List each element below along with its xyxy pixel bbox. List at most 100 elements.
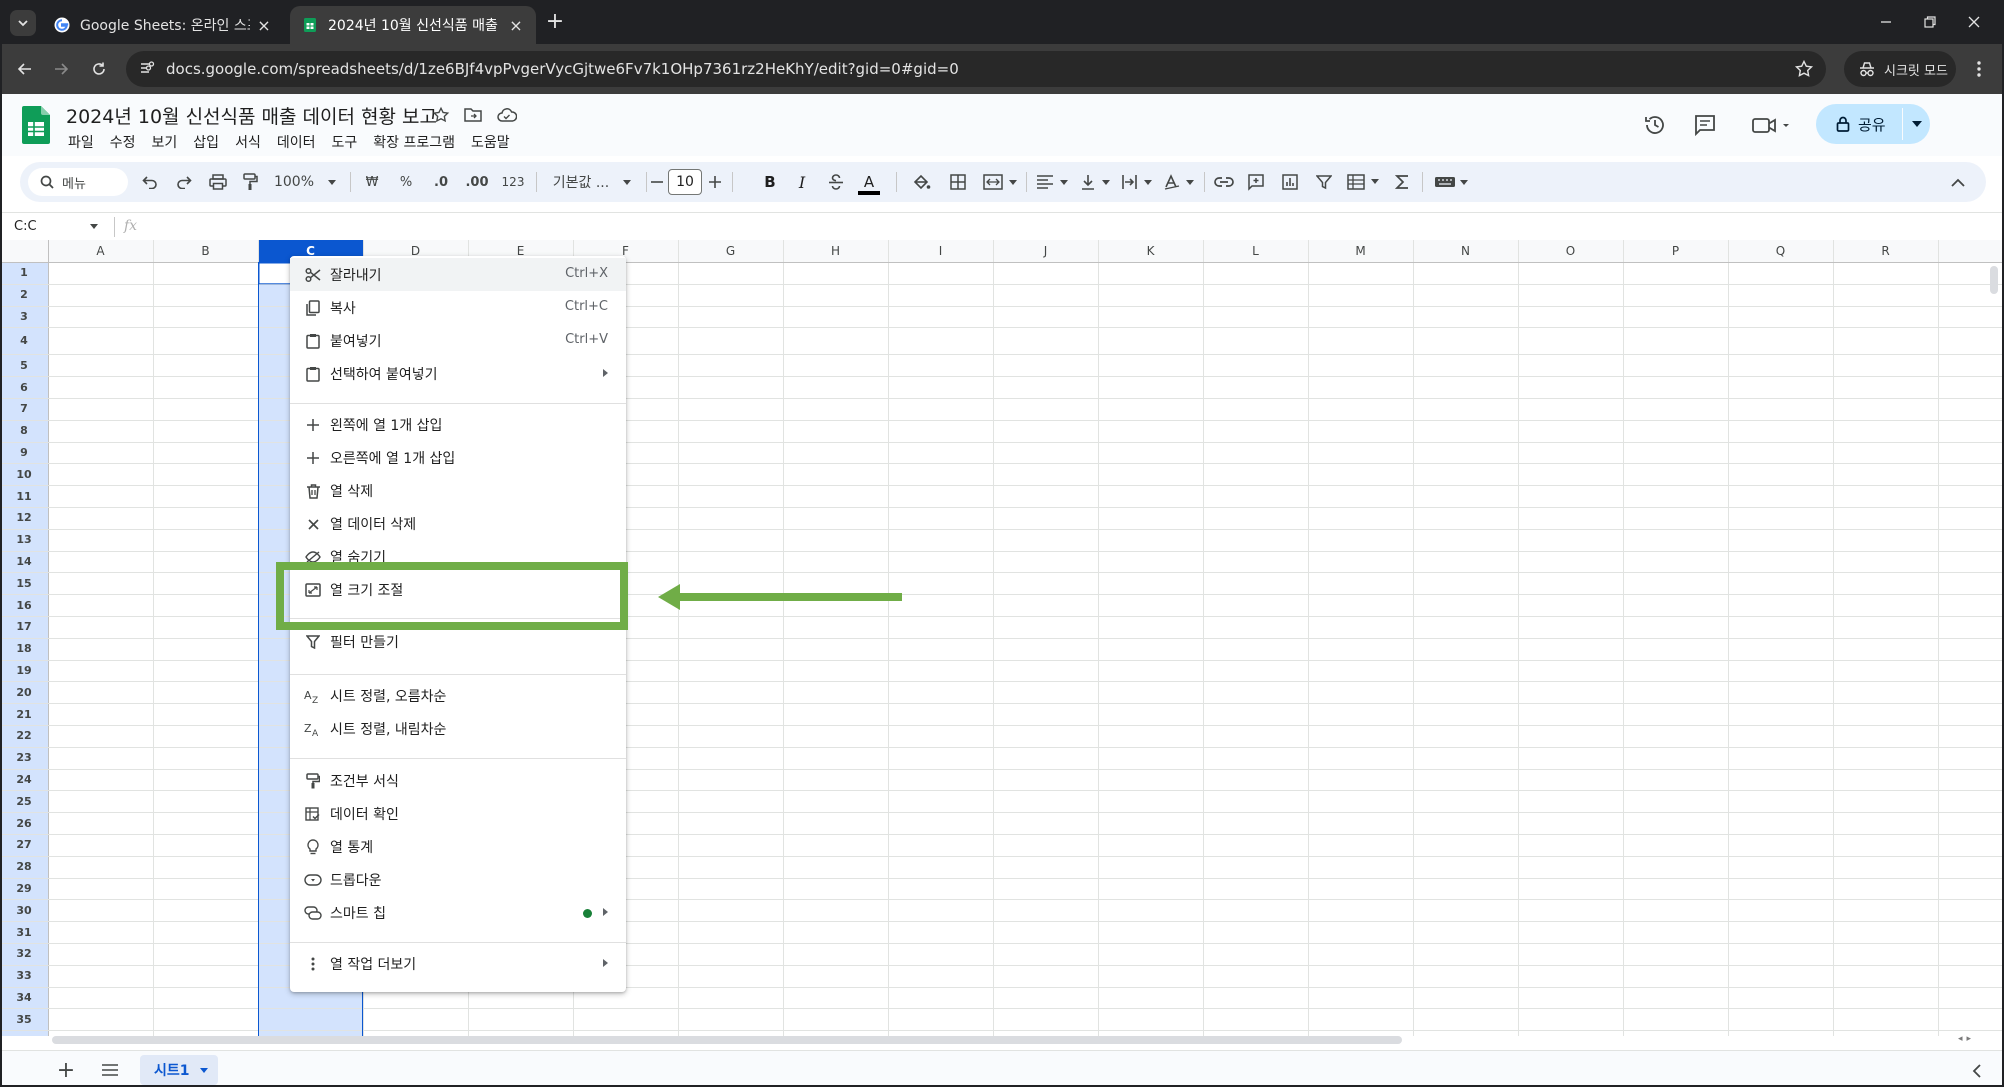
- vertical-align-icon[interactable]: [1076, 162, 1116, 202]
- row-header-34[interactable]: 34: [0, 987, 48, 1009]
- fill-color-icon[interactable]: [906, 162, 936, 202]
- window-close-icon[interactable]: [1962, 10, 1986, 34]
- menu-item-more-column-actions[interactable]: 열 작업 더보기: [290, 947, 626, 980]
- row-header-24[interactable]: 24: [0, 769, 48, 791]
- row-header-30[interactable]: 30: [0, 899, 48, 921]
- menu-view[interactable]: 보기: [144, 132, 186, 154]
- borders-icon[interactable]: [944, 162, 972, 202]
- add-sheet-plus-icon[interactable]: +: [54, 1058, 78, 1083]
- row-header-9[interactable]: 9: [0, 442, 48, 464]
- version-history-icon[interactable]: [1640, 110, 1670, 140]
- share-button[interactable]: 공유: [1816, 104, 1930, 144]
- insert-comment-icon[interactable]: [1242, 162, 1270, 202]
- row-header-17[interactable]: 17: [0, 616, 48, 638]
- redo-icon[interactable]: [170, 162, 198, 202]
- close-icon[interactable]: ×: [256, 16, 272, 35]
- comments-icon[interactable]: [1690, 110, 1720, 140]
- increase-decimal-button[interactable]: .00: [458, 162, 496, 202]
- row-header-13[interactable]: 13: [0, 529, 48, 551]
- row-header-6[interactable]: 6: [0, 376, 48, 398]
- row-header-32[interactable]: 32: [0, 943, 48, 965]
- sheets-logo-icon[interactable]: [22, 106, 50, 144]
- more-vert-icon[interactable]: [1966, 56, 1992, 82]
- menu-item-dropdown[interactable]: 드롭다운: [290, 863, 626, 896]
- menu-item-paste[interactable]: 붙여넣기 Ctrl+V: [290, 324, 626, 357]
- row-header-26[interactable]: 26: [0, 812, 48, 834]
- row-header-19[interactable]: 19: [0, 660, 48, 682]
- browser-tab-report[interactable]: 2024년 10월 신선식품 매출 데 ×: [290, 6, 536, 44]
- minimize-icon[interactable]: [1874, 10, 1898, 34]
- row-header-1[interactable]: 1: [0, 262, 48, 284]
- row-header-28[interactable]: 28: [0, 856, 48, 878]
- chevron-left-icon[interactable]: [1964, 1059, 1988, 1083]
- caret-down-icon[interactable]: [90, 224, 98, 229]
- tab-search-button[interactable]: [10, 10, 36, 36]
- cloud-status-icon[interactable]: [496, 104, 518, 126]
- text-color-button[interactable]: A: [854, 162, 884, 202]
- row-header-35[interactable]: 35: [0, 1008, 48, 1030]
- row-header-18[interactable]: 18: [0, 638, 48, 660]
- percent-format-button[interactable]: %: [392, 162, 420, 202]
- menu-tools[interactable]: 도구: [323, 132, 365, 154]
- menu-item-sort-asc[interactable]: AZ 시트 정렬, 오름차순: [290, 679, 626, 712]
- row-header-21[interactable]: 21: [0, 703, 48, 725]
- text-wrap-icon[interactable]: [1118, 162, 1158, 202]
- menu-item-cut[interactable]: 잘라내기 Ctrl+X: [290, 258, 626, 291]
- menu-edit[interactable]: 수정: [102, 132, 144, 154]
- column-header-a[interactable]: A: [48, 240, 153, 262]
- row-header-23[interactable]: 23: [0, 747, 48, 769]
- menu-search[interactable]: 메뉴: [28, 168, 128, 196]
- merge-cells-icon[interactable]: [978, 162, 1022, 202]
- menu-data[interactable]: 데이터: [269, 132, 324, 154]
- column-header-b[interactable]: B: [153, 240, 258, 262]
- font-family-select[interactable]: 기본값 ...: [542, 162, 642, 202]
- menu-help[interactable]: 도움말: [463, 132, 518, 154]
- row-header-2[interactable]: 2: [0, 284, 48, 306]
- all-sheets-menu-icon[interactable]: [98, 1058, 122, 1082]
- column-header-r[interactable]: R: [1833, 240, 1938, 262]
- row-header-14[interactable]: 14: [0, 551, 48, 573]
- column-header-n[interactable]: N: [1413, 240, 1518, 262]
- row-header-25[interactable]: 25: [0, 790, 48, 812]
- scroll-arrow-icons[interactable]: ◂▸: [1958, 1034, 1975, 1044]
- horizontal-align-icon[interactable]: [1032, 162, 1072, 202]
- menu-extensions[interactable]: 확장 프로그램: [365, 132, 463, 154]
- row-header-10[interactable]: 10: [0, 463, 48, 485]
- row-header-27[interactable]: 27: [0, 834, 48, 856]
- address-bar[interactable]: docs.google.com/spreadsheets/d/1ze6BJf4v…: [126, 51, 1826, 87]
- row-header-8[interactable]: 8: [0, 420, 48, 442]
- column-header-l[interactable]: L: [1203, 240, 1308, 262]
- menu-item-copy[interactable]: 복사 Ctrl+C: [290, 291, 626, 324]
- vertical-scrollbar[interactable]: [1990, 266, 1998, 294]
- column-header-p[interactable]: P: [1623, 240, 1728, 262]
- number-format-button[interactable]: 123: [496, 162, 530, 202]
- menu-item-column-stats[interactable]: 열 통계: [290, 830, 626, 863]
- menu-item-resize-column[interactable]: 열 크기 조절: [290, 573, 626, 606]
- zoom-select[interactable]: 100%: [268, 162, 342, 202]
- column-header-k[interactable]: K: [1098, 240, 1203, 262]
- caret-down-icon[interactable]: [199, 1067, 208, 1073]
- text-rotation-icon[interactable]: [1160, 162, 1200, 202]
- currency-format-button[interactable]: ₩: [358, 162, 386, 202]
- menu-insert[interactable]: 삽입: [185, 132, 227, 154]
- collapse-toolbar-chevron-up-icon[interactable]: [1944, 162, 1972, 202]
- menu-item-insert-left[interactable]: 왼쪽에 열 1개 삽입: [290, 408, 626, 441]
- move-folder-icon[interactable]: [462, 104, 484, 126]
- row-header-29[interactable]: 29: [0, 878, 48, 900]
- sheet-tab-1[interactable]: 시트1: [140, 1055, 218, 1085]
- column-header-i[interactable]: I: [888, 240, 993, 262]
- column-header-q[interactable]: Q: [1728, 240, 1833, 262]
- column-header-o[interactable]: O: [1518, 240, 1623, 262]
- meet-video-icon[interactable]: [1748, 110, 1794, 140]
- row-header-7[interactable]: 7: [0, 398, 48, 420]
- row-header-12[interactable]: 12: [0, 507, 48, 529]
- font-size-input[interactable]: 10: [668, 169, 702, 195]
- restore-icon[interactable]: [1918, 10, 1942, 34]
- print-icon[interactable]: [204, 162, 232, 202]
- forward-arrow-icon[interactable]: [48, 56, 74, 82]
- column-header-m[interactable]: M: [1308, 240, 1413, 262]
- insert-link-icon[interactable]: [1210, 162, 1238, 202]
- star-bookmark-icon[interactable]: [1794, 59, 1814, 79]
- font-size-decrease-icon[interactable]: [648, 162, 666, 202]
- star-icon[interactable]: [430, 104, 452, 126]
